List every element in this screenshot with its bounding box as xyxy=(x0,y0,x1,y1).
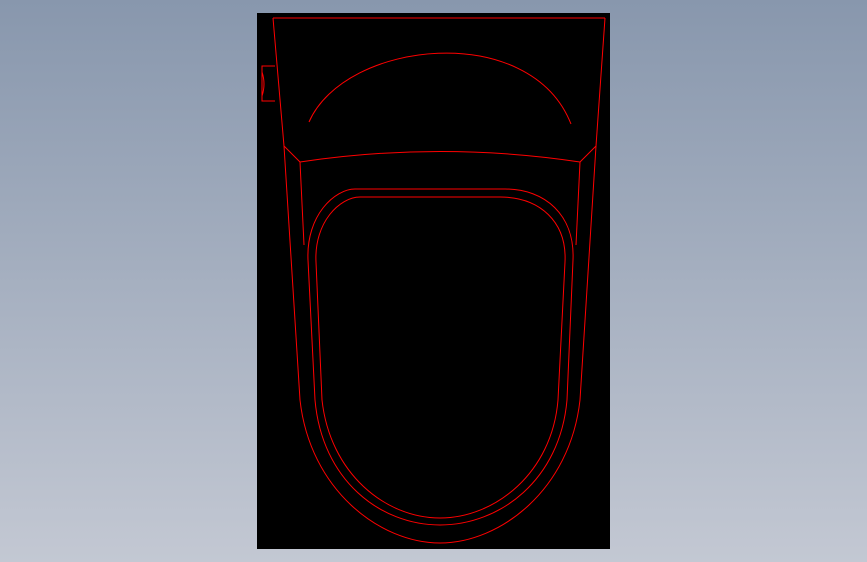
right-outer-side xyxy=(579,17,606,163)
side-tab xyxy=(261,65,275,102)
outer-body-outline xyxy=(283,145,597,544)
outer-bowl-rim xyxy=(307,188,574,526)
left-outer-side xyxy=(272,17,301,163)
shoulder-line xyxy=(299,151,581,163)
inner-bowl-rim xyxy=(315,196,566,519)
top-arc xyxy=(308,52,572,125)
cad-drawing xyxy=(261,17,606,544)
